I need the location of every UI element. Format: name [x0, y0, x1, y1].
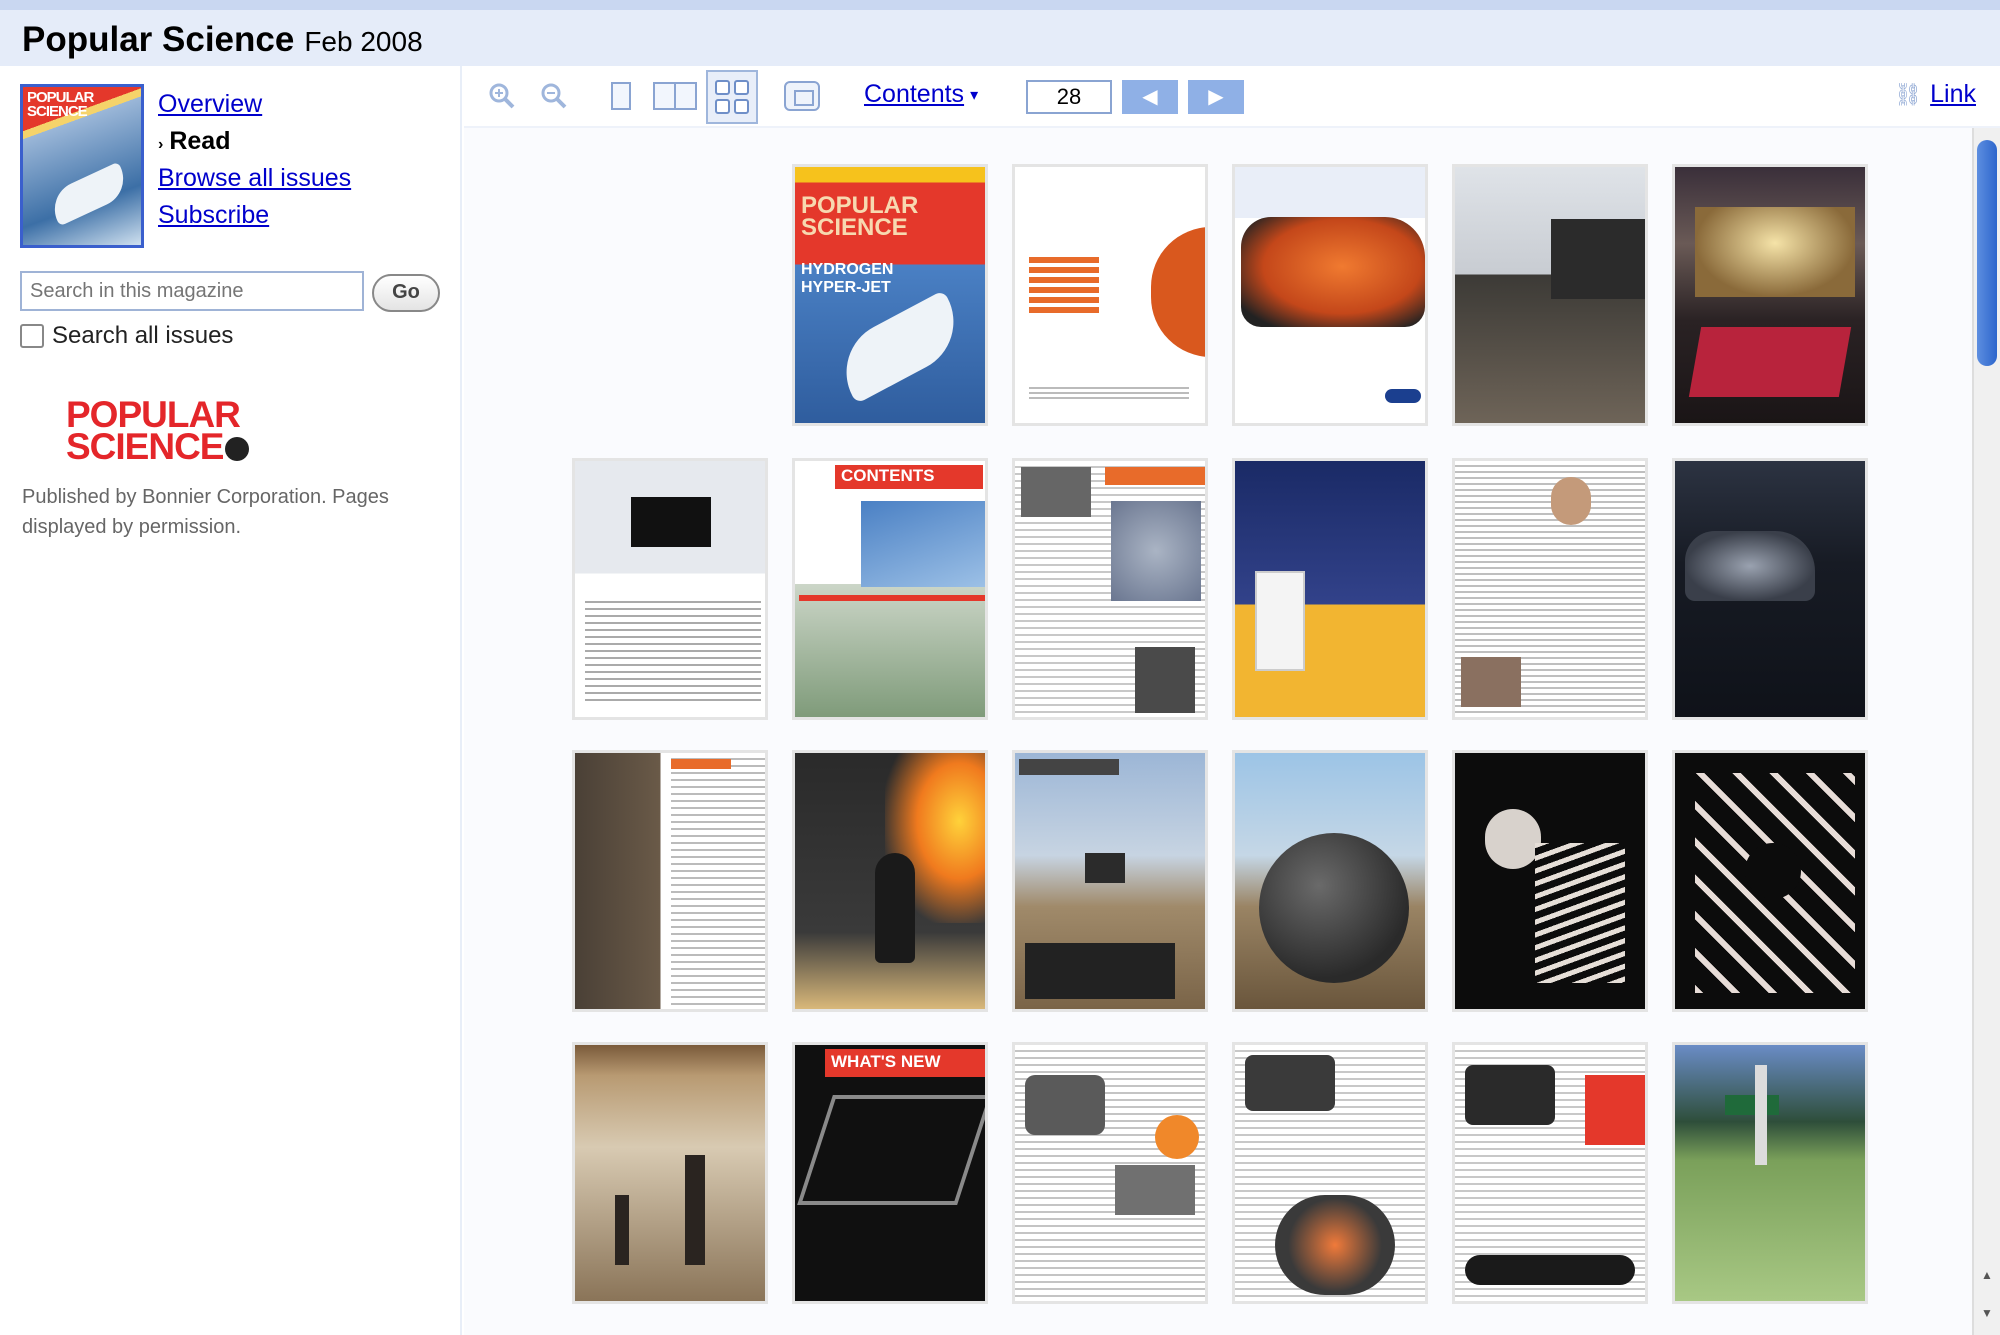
nav-browse-all-issues-link[interactable]: Browse all issues — [158, 160, 351, 197]
next-page-button[interactable]: ▶ — [1188, 80, 1244, 114]
contents-label: Contents — [864, 80, 965, 108]
page-thumbnail-16[interactable] — [1452, 750, 1648, 1012]
search-all-issues-label: Search all issues — [52, 322, 234, 349]
page-thumbnail-10[interactable] — [1452, 458, 1648, 720]
scroll-up-arrow-icon[interactable]: ▲ — [1978, 1268, 1996, 1288]
page-thumbnail-6[interactable] — [572, 458, 768, 720]
page-thumbnail-22[interactable] — [1452, 1042, 1648, 1304]
link-button[interactable]: ⛓ Link — [1894, 80, 1976, 109]
cover-kicker: POPULAR SCIENCE — [801, 192, 919, 241]
nav-read-current: › Read — [158, 123, 351, 160]
page-thumbnail-18[interactable] — [572, 1042, 768, 1304]
publisher-permission-text: Published by Bonnier Corporation. Pages … — [22, 486, 389, 538]
zoom-in-icon[interactable] — [484, 78, 520, 114]
cover-jet-image — [45, 161, 133, 227]
page-thumbnail-whats-new[interactable]: WHAT'S NEW — [792, 1042, 988, 1304]
page-thumbnail-21[interactable] — [1232, 1042, 1428, 1304]
nav-subscribe-link[interactable]: Subscribe — [158, 197, 351, 234]
page-thumbnail-12[interactable] — [572, 750, 768, 1012]
search-magazine-input[interactable] — [20, 271, 364, 311]
scrollbar-thumb[interactable] — [1977, 140, 1997, 366]
cover-thumbnail[interactable]: POPULAR SCIENCE — [20, 84, 144, 248]
page-thumbnail-3[interactable] — [1232, 164, 1428, 426]
search-all-issues-row: Search all issues — [20, 322, 233, 350]
page-thumbnail-2[interactable] — [1012, 164, 1208, 426]
page-thumbnail-13[interactable] — [792, 750, 988, 1012]
link-chain-icon: ⛓ — [1894, 81, 1923, 107]
book-viewer-page: { "header": { "title": "Popular Science"… — [0, 0, 2000, 1335]
page-thumbnail-4[interactable] — [1452, 164, 1648, 426]
page-thumbnail-20[interactable] — [1012, 1042, 1208, 1304]
cover-headline: HYDROGEN HYPER-JET — [801, 261, 894, 296]
arrow-right-icon: ▶ — [1208, 86, 1224, 108]
magazine-title: Popular Science — [22, 20, 295, 59]
page-thumbnail-5[interactable] — [1672, 164, 1868, 426]
zoom-out-icon[interactable] — [536, 78, 572, 114]
logo-dot-icon — [225, 437, 250, 462]
publisher-logo-line2: SCIENCE — [66, 426, 224, 467]
page-thumbnail-9[interactable] — [1232, 458, 1428, 720]
thumbnail-view-icon[interactable] — [706, 70, 758, 124]
nav-read-label: Read — [169, 127, 231, 155]
fullscreen-icon[interactable] — [782, 78, 822, 114]
viewer-toolbar: Contents ▾ ◀ ▶ ⛓ Link — [464, 66, 2000, 128]
caret-down-icon: ▾ — [970, 87, 979, 105]
page-header: Popular Science Feb 2008 — [0, 10, 2000, 66]
nav-overview-link[interactable]: Overview — [158, 86, 351, 123]
page-thumbnail-14[interactable] — [1012, 750, 1208, 1012]
search-all-issues-checkbox[interactable] — [20, 324, 44, 348]
contents-page-title: CONTENTS — [841, 466, 935, 485]
cover-thumbnail-logo: POPULAR SCIENCE — [27, 89, 94, 120]
current-arrow-icon: › — [158, 136, 164, 153]
search-go-button[interactable]: Go — [372, 274, 440, 312]
page-thumbnail-contents[interactable]: CONTENTS — [792, 458, 988, 720]
magazine-nav: Overview › Read Browse all issues Subscri… — [158, 86, 351, 234]
page-number-input[interactable] — [1026, 80, 1112, 114]
previous-page-button[interactable]: ◀ — [1122, 80, 1178, 114]
link-label: Link — [1930, 80, 1976, 108]
page-thumbnail-grid: POPULAR SCIENCE HYDROGEN HYPER-JET CONTE… — [464, 128, 1972, 1335]
arrow-left-icon: ◀ — [1142, 86, 1158, 108]
scroll-down-arrow-icon[interactable]: ▼ — [1978, 1306, 1996, 1326]
issue-date: Feb 2008 — [304, 26, 423, 57]
contents-dropdown[interactable]: Contents ▾ — [864, 80, 978, 109]
one-page-view-icon[interactable] — [606, 78, 636, 114]
page-thumbnail-cover[interactable]: POPULAR SCIENCE HYDROGEN HYPER-JET — [792, 164, 988, 426]
page-thumbnail-17[interactable] — [1672, 750, 1868, 1012]
top-accent-bar — [0, 0, 2000, 10]
vertical-scrollbar[interactable]: ▲ ▼ — [1972, 128, 2000, 1335]
publisher-logo: POPULAR SCIENCE — [66, 396, 256, 465]
page-thumbnail-8[interactable] — [1012, 458, 1208, 720]
left-sidebar: POPULAR SCIENCE Overview › Read Browse all… — [0, 66, 462, 1335]
page-thumbnail-15[interactable] — [1232, 750, 1428, 1012]
two-page-view-icon[interactable] — [652, 78, 698, 114]
whats-new-page-title: WHAT'S NEW — [831, 1052, 941, 1071]
page-thumbnail-23[interactable] — [1672, 1042, 1868, 1304]
page-thumbnail-11[interactable] — [1672, 458, 1868, 720]
